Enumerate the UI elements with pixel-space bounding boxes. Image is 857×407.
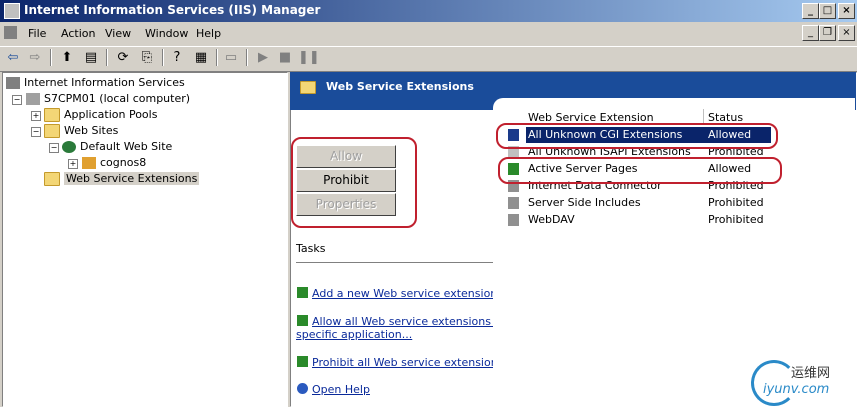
- toolbar-separator: [246, 49, 248, 66]
- export-list-icon[interactable]: ⎘: [138, 49, 156, 66]
- folder-icon: [44, 108, 60, 122]
- minimize-button[interactable]: _: [802, 3, 819, 19]
- iis-app-icon: [4, 3, 20, 19]
- mdi-restore-button[interactable]: ❐: [819, 25, 836, 41]
- task-link-prohibit-all[interactable]: Prohibit all Web service extensions: [312, 356, 503, 369]
- watermark-logo: 运维网 iyunv.com: [751, 356, 853, 406]
- tree-label: Internet Information Services: [24, 76, 185, 89]
- list-row[interactable]: WebDAV Prohibited: [0, 212, 857, 228]
- computer-icon[interactable]: ▭: [222, 49, 240, 66]
- tree-label: Application Pools: [64, 108, 158, 121]
- up-one-level-icon[interactable]: ⬆: [58, 49, 76, 66]
- highlight-asp-annotation: [498, 157, 782, 184]
- folder-icon: [300, 81, 316, 94]
- computer-icon: [26, 93, 40, 105]
- tree-node-iis-root[interactable]: Internet Information Services: [6, 76, 185, 89]
- tasks-label: Tasks: [296, 242, 326, 255]
- panel-title: Web Service Extensions: [326, 80, 474, 93]
- highlight-cgi-annotation: [496, 123, 778, 149]
- toolbar-separator: [50, 49, 52, 66]
- window-title: Internet Information Services (IIS) Mana…: [24, 3, 321, 17]
- list-row[interactable]: Server Side Includes Prohibited: [0, 195, 857, 211]
- forward-arrow-icon[interactable]: ⇨: [26, 49, 44, 66]
- maximize-button[interactable]: □: [819, 3, 836, 19]
- mdi-close-button[interactable]: ×: [838, 25, 855, 41]
- pause-icon[interactable]: ❚❚: [298, 49, 320, 66]
- iis-icon: [6, 77, 20, 89]
- task-link-allow-all-line2[interactable]: specific application...: [296, 328, 412, 341]
- mdi-minimize-button[interactable]: _: [802, 25, 819, 41]
- tree-node-computer[interactable]: S7CPM01 (local computer): [26, 92, 190, 105]
- watermark-url: iyunv.com: [763, 382, 830, 397]
- collapse-icon[interactable]: −: [12, 95, 22, 105]
- play-icon[interactable]: ▶: [254, 49, 272, 66]
- task-link-allow-all[interactable]: Allow all Web service extensions for a: [312, 315, 520, 328]
- extension-icon: [508, 197, 519, 209]
- menu-help[interactable]: Help: [196, 27, 221, 40]
- tree-node-app-pools[interactable]: Application Pools: [44, 108, 157, 122]
- prohibit-task-icon: [297, 356, 308, 367]
- close-button[interactable]: ×: [838, 3, 855, 19]
- menu-window[interactable]: Window: [145, 27, 188, 40]
- expand-icon[interactable]: +: [31, 111, 41, 121]
- menu-view[interactable]: View: [105, 27, 131, 40]
- help-icon: [297, 383, 308, 394]
- toolbar-separator: [106, 49, 108, 66]
- back-arrow-icon[interactable]: ⇦: [4, 49, 22, 66]
- allow-task-icon: [297, 315, 308, 326]
- menu-action[interactable]: Action: [61, 27, 95, 40]
- extension-icon: [508, 214, 519, 226]
- stop-icon[interactable]: ■: [276, 49, 294, 66]
- toolbar-separator: [162, 49, 164, 66]
- tasks-divider: [296, 262, 498, 263]
- task-link-open-help[interactable]: Open Help: [312, 383, 370, 396]
- tree-label: S7CPM01 (local computer): [44, 92, 191, 105]
- add-task-icon: [297, 287, 308, 298]
- watermark-text: 运维网: [791, 366, 831, 381]
- help-icon[interactable]: ?: [168, 49, 186, 66]
- refresh-icon[interactable]: ⟳: [114, 49, 132, 66]
- task-link-add-extension[interactable]: Add a new Web service extension...: [312, 287, 508, 300]
- toolbar-separator: [216, 49, 218, 66]
- show-hide-tree-icon[interactable]: ▤: [82, 49, 100, 66]
- tree-pane: [2, 72, 288, 407]
- menu-file[interactable]: File: [28, 27, 46, 40]
- mmc-document-icon[interactable]: [4, 26, 17, 39]
- properties-icon[interactable]: ▦: [192, 49, 210, 66]
